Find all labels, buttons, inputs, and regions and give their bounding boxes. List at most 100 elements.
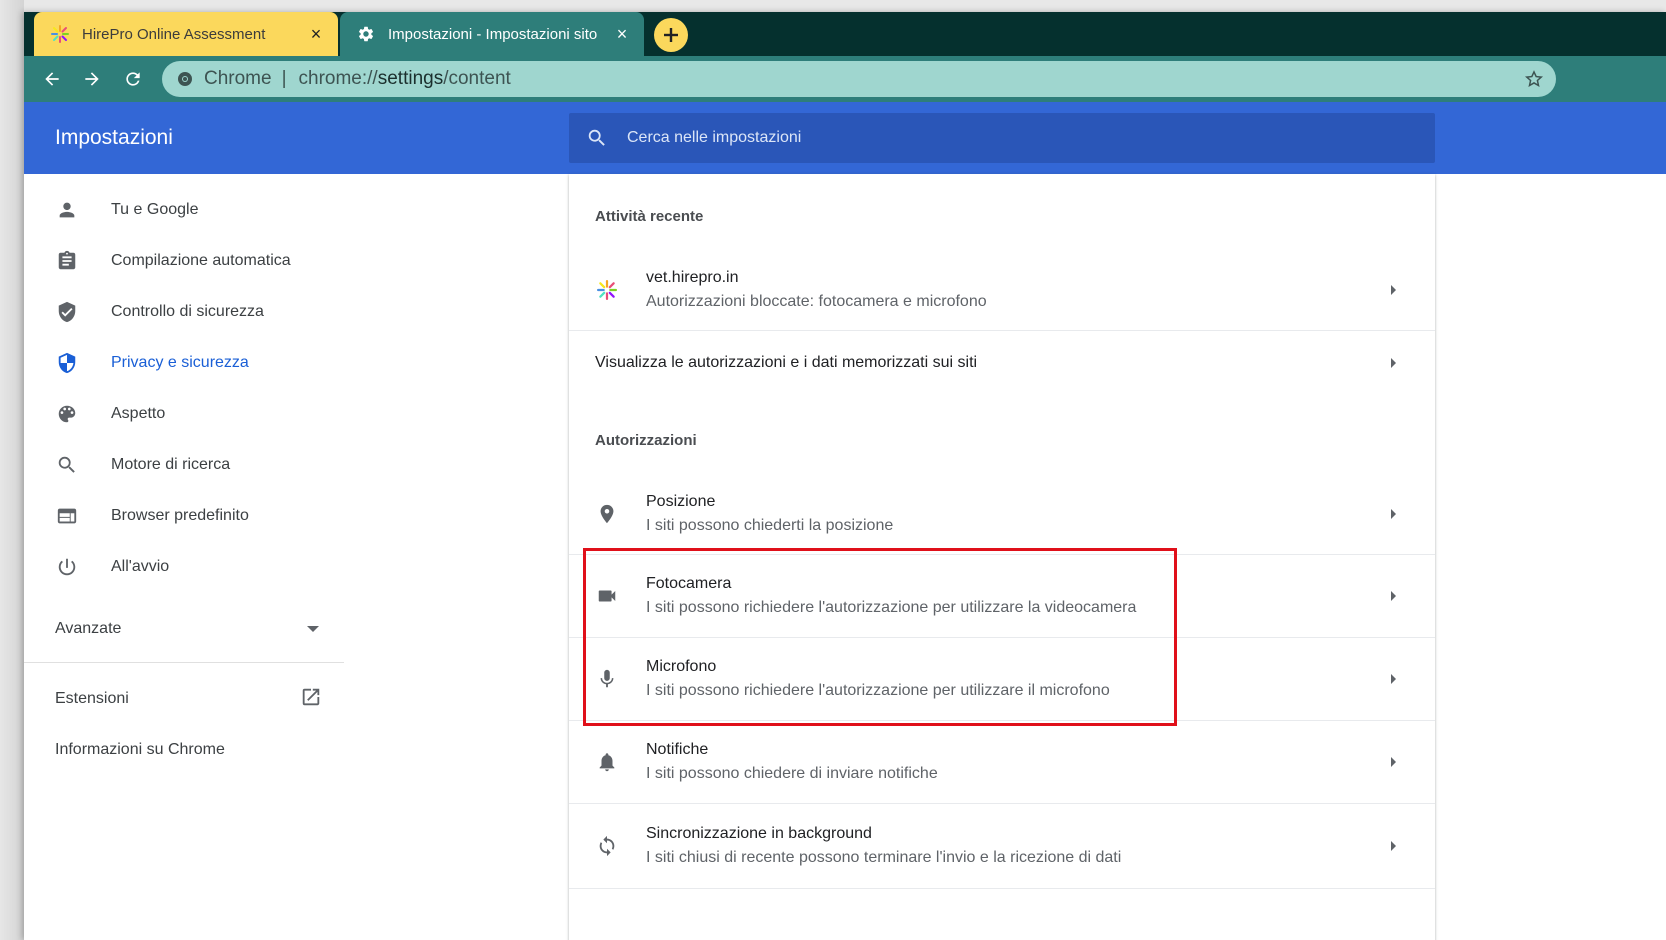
sidebar-item-label: Motore di ricerca: [111, 456, 231, 473]
sidebar-item-about-chrome[interactable]: Informazioni su Chrome: [55, 735, 225, 765]
close-icon[interactable]: ×: [610, 22, 634, 46]
palette-icon: [55, 402, 79, 426]
sync-icon: [595, 834, 619, 858]
arrow-right-icon: [1381, 667, 1405, 691]
highlight-annotation-box: [583, 548, 1177, 726]
sidebar-divider: [24, 662, 344, 663]
tab-settings[interactable]: Impostazioni - Impostazioni sito ×: [340, 12, 644, 56]
row-title: Notifiche: [646, 741, 709, 758]
sidebar-item-appearance[interactable]: Aspetto: [24, 390, 344, 438]
reload-icon: [126, 72, 140, 86]
arrow-right-icon: [1381, 351, 1405, 375]
hirepro-icon: [50, 24, 70, 44]
sidebar-item-label: Compilazione automatica: [111, 252, 291, 269]
search-icon: [55, 453, 79, 477]
permission-row-background-sync[interactable]: Sincronizzazione in background I siti ch…: [569, 804, 1435, 888]
location-pin-icon: [595, 502, 619, 526]
forward-button[interactable]: [77, 64, 107, 94]
browser-icon: [55, 504, 79, 528]
arrow-right-icon: [1381, 584, 1405, 608]
tab-strip: HirePro Online Assessment × Impostazioni…: [24, 12, 1666, 56]
row-text: Sincronizzazione in background I siti ch…: [646, 825, 1381, 867]
row-subtitle: I siti chiusi di recente possono termina…: [646, 849, 1122, 866]
gear-icon: [356, 24, 376, 44]
sidebar-item-autofill[interactable]: Compilazione automatica: [24, 237, 344, 285]
row-title: Posizione: [646, 493, 716, 510]
bell-icon: [595, 750, 619, 774]
advanced-label: Avanzate: [55, 620, 122, 637]
arrow-forward-icon: [85, 72, 99, 86]
search-placeholder: Cerca nelle impostazioni: [627, 129, 802, 146]
bookmark-star-icon[interactable]: [1522, 67, 1546, 91]
sidebar-item-search-engine[interactable]: Motore di ricerca: [24, 441, 344, 489]
tab-title: HirePro Online Assessment: [82, 25, 266, 43]
desktop-background-left: [0, 0, 24, 940]
omnibox-separator: |: [281, 68, 287, 89]
url-path: /content: [443, 68, 511, 89]
row-subtitle: I siti possono chiederti la posizione: [646, 517, 894, 534]
row-text: Visualizza le autorizzazioni e i dati me…: [595, 354, 1381, 372]
browser-toolbar: Chrome | chrome://settings/content: [24, 56, 1666, 102]
arrow-right-icon: [1381, 750, 1405, 774]
sidebar-item-you-and-google[interactable]: Tu e Google: [24, 186, 344, 234]
recent-site-row[interactable]: vet.hirepro.in Autorizzazioni bloccate: …: [569, 251, 1435, 329]
hirepro-icon: [595, 278, 619, 302]
sidebar-item-label: Tu e Google: [111, 201, 199, 218]
arrow-right-icon: [1381, 278, 1405, 302]
desktop-background-top: [0, 0, 1666, 12]
url-host: settings: [377, 68, 444, 89]
sidebar-item-label: Browser predefinito: [111, 507, 249, 524]
row-text: Posizione I siti possono chiederti la po…: [646, 493, 1381, 535]
permission-row-notifications[interactable]: Notifiche I siti possono chiedere di inv…: [569, 721, 1435, 803]
url-text: chrome://settings/content: [299, 68, 511, 90]
settings-search-input[interactable]: Cerca nelle impostazioni: [569, 113, 1435, 163]
sidebar-item-on-startup[interactable]: All'avvio: [24, 543, 344, 591]
sidebar-item-label: Aspetto: [111, 405, 166, 422]
power-icon: [55, 555, 79, 579]
about-label: Informazioni su Chrome: [55, 741, 225, 758]
row-title: Visualizza le autorizzazioni e i dati me…: [595, 354, 978, 371]
section-title-permissions: Autorizzazioni: [595, 432, 697, 449]
sidebar-item-default-browser[interactable]: Browser predefinito: [24, 492, 344, 540]
permission-row-location[interactable]: Posizione I siti possono chiederti la po…: [569, 474, 1435, 554]
shield-check-icon: [55, 300, 79, 324]
plus-icon: [664, 28, 678, 42]
row-divider: [569, 888, 1435, 889]
site-chip: Chrome: [204, 68, 272, 89]
settings-header: Impostazioni Cerca nelle impostazioni: [24, 102, 1666, 174]
row-text: vet.hirepro.in Autorizzazioni bloccate: …: [646, 269, 1381, 311]
sidebar-item-extensions[interactable]: Estensioni: [55, 684, 322, 714]
row-subtitle: Autorizzazioni bloccate: fotocamera e mi…: [646, 293, 987, 310]
sidebar-item-label: Privacy e sicurezza: [111, 354, 249, 371]
arrow-back-icon: [45, 72, 59, 86]
view-permissions-row[interactable]: Visualizza le autorizzazioni e i dati me…: [569, 331, 1435, 395]
person-icon: [55, 198, 79, 222]
back-button[interactable]: [37, 64, 67, 94]
new-tab-button[interactable]: [654, 18, 688, 52]
arrow-right-icon: [1381, 502, 1405, 526]
page-title: Impostazioni: [55, 126, 173, 149]
close-icon[interactable]: ×: [304, 22, 328, 46]
tab-hirepro[interactable]: HirePro Online Assessment ×: [34, 12, 338, 56]
sidebar-item-privacy[interactable]: Privacy e sicurezza: [24, 339, 344, 387]
sidebar-advanced-toggle[interactable]: Avanzate: [55, 614, 320, 644]
row-title: Sincronizzazione in background: [646, 825, 872, 842]
clipboard-icon: [55, 249, 79, 273]
reload-button[interactable]: [118, 64, 148, 94]
settings-sidebar: Tu e Google Compilazione automatica Cont…: [24, 174, 344, 940]
row-text: Notifiche I siti possono chiedere di inv…: [646, 741, 1381, 783]
url-scheme: chrome://: [298, 68, 378, 89]
sidebar-item-safety-check[interactable]: Controllo di sicurezza: [24, 288, 344, 336]
row-title: vet.hirepro.in: [646, 269, 739, 286]
open-in-new-icon: [300, 686, 322, 713]
search-icon: [585, 126, 609, 150]
section-title-recent: Attività recente: [595, 208, 704, 225]
tab-title: Impostazioni - Impostazioni sito: [388, 25, 598, 43]
extensions-label: Estensioni: [55, 690, 129, 707]
address-bar[interactable]: Chrome | chrome://settings/content: [162, 61, 1556, 97]
chrome-icon: [176, 70, 194, 88]
row-subtitle: I siti possono chiedere di inviare notif…: [646, 765, 938, 782]
arrow-right-icon: [1381, 834, 1405, 858]
sidebar-item-label: Controllo di sicurezza: [111, 303, 264, 320]
sidebar-item-label: All'avvio: [111, 558, 170, 575]
